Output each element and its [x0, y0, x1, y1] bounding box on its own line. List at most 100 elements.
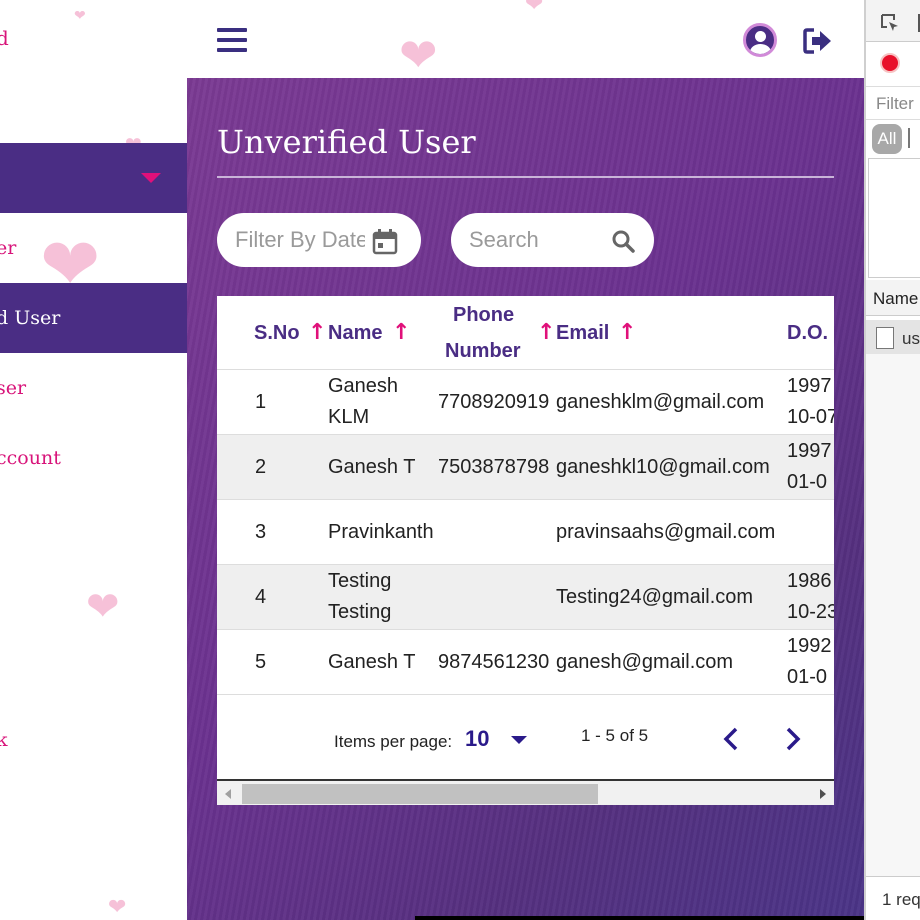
logout-icon[interactable]: [803, 27, 833, 55]
scrollbar-thumb[interactable]: [242, 784, 598, 804]
cell-email: pravinsaahs@gmail.com: [556, 521, 776, 543]
devtools-name-column-header[interactable]: Name: [873, 289, 918, 309]
cell-sno: 2: [255, 456, 267, 478]
cell-dob: 1992: [787, 635, 832, 657]
cell-dob: 1986: [787, 570, 832, 592]
cell-email: ganeshkl10@gmail.com: [556, 456, 770, 478]
sort-arrow-icon[interactable]: ↑: [392, 320, 410, 345]
devtools-network-panel: Filter All Name us 1 req: [864, 0, 920, 920]
cell-name-line2: KLM: [328, 406, 370, 428]
devtools-filter-input[interactable]: Filter: [876, 94, 914, 114]
cell-name: Ganesh T: [328, 456, 416, 478]
cell-name: Ganesh: [328, 375, 399, 397]
devtools-all-filter-button[interactable]: All: [872, 124, 902, 154]
bottom-edge-bar: [415, 916, 920, 920]
title-divider: [217, 176, 834, 178]
sidebar-item-link[interactable]: k: [0, 705, 187, 775]
chevron-down-icon[interactable]: [511, 736, 527, 744]
heart-decoration-icon: ❤: [399, 28, 438, 82]
table-row[interactable]: 4 Testing Testing Testing24@gmail.com 19…: [217, 565, 834, 630]
cell-dob-line2: 10-07: [787, 406, 834, 428]
items-per-page-select[interactable]: 10: [465, 726, 489, 752]
paginator: Items per page: 10 1 - 5 of 5: [217, 696, 834, 780]
table-row[interactable]: 3 Pravinkanth pravinsaahs@gmail.com: [217, 500, 834, 565]
cell-email: ganeshklm@gmail.com: [556, 391, 765, 413]
sidebar-item-user[interactable]: er: [0, 213, 187, 283]
top-bar: ❤ ❤: [187, 0, 864, 82]
devtools-request-count: 1 req: [882, 890, 920, 909]
sidebar-item-label: k: [0, 729, 8, 751]
cell-email: Testing24@gmail.com: [556, 586, 754, 608]
column-header-name[interactable]: Name: [328, 322, 382, 345]
column-header-dob[interactable]: D.O.: [787, 322, 828, 345]
cell-sno: 5: [255, 651, 267, 673]
calendar-icon[interactable]: [371, 228, 399, 256]
cell-name-line2: Testing: [328, 601, 392, 623]
page-range-label: 1 - 5 of 5: [581, 726, 649, 745]
user-circle-icon[interactable]: [743, 23, 777, 57]
heart-decoration-icon: ❤: [108, 895, 127, 920]
devtools-toolbar: [866, 0, 920, 42]
cell-dob-line2: 01-0: [787, 471, 828, 493]
cell-name: Pravinkanth: [328, 521, 434, 543]
filter-by-date-field[interactable]: [217, 213, 421, 267]
heart-decoration-icon: ❤: [86, 584, 120, 630]
sidebar-section-header[interactable]: [0, 143, 187, 213]
cell-phone: 7708920919: [438, 391, 550, 413]
horizontal-scrollbar[interactable]: [217, 779, 834, 805]
inspect-element-icon[interactable]: [880, 13, 900, 33]
table-row[interactable]: 2 Ganesh T 7503878798 ganeshkl10@gmail.c…: [217, 435, 834, 500]
sidebar-item-label: d User: [0, 307, 61, 329]
scroll-left-icon[interactable]: [225, 789, 231, 799]
cell-dob-line2: 10-23: [787, 601, 834, 623]
devtools-overview-panel: [868, 158, 920, 278]
sidebar-item-account[interactable]: ccount: [0, 423, 187, 493]
cell-sno: 1: [255, 391, 267, 413]
user-table-card: S.No ↑ Name ↑ Phone Number ↑ Email ↑ D.O…: [217, 296, 834, 805]
caret-down-icon: [141, 173, 161, 183]
search-input[interactable]: [469, 227, 599, 253]
sidebar-item-unverified-user[interactable]: d User: [0, 283, 187, 353]
table-header: S.No ↑ Name ↑ Phone Number ↑ Email ↑ D.O…: [217, 296, 834, 370]
scroll-right-icon[interactable]: [820, 789, 826, 799]
cell-name: Ganesh T: [328, 651, 416, 673]
next-page-button[interactable]: [780, 726, 804, 752]
column-header-sno[interactable]: S.No: [254, 322, 300, 345]
hamburger-menu-icon[interactable]: [217, 28, 247, 54]
sidebar-item-label: ser: [0, 377, 27, 399]
filter-by-date-input[interactable]: [235, 227, 365, 253]
sidebar-item-label: ccount: [0, 447, 61, 469]
sidebar-top-link[interactable]: d: [0, 26, 9, 50]
sort-arrow-icon[interactable]: ↑: [537, 320, 555, 345]
record-icon[interactable]: [880, 53, 900, 73]
previous-page-button[interactable]: [720, 726, 744, 752]
sidebar: ❤ ❤ ❤ ❤ ❤ d er d User ser ccount k: [0, 0, 187, 920]
items-per-page-label: Items per page:: [334, 732, 453, 751]
sidebar-item-label: er: [0, 237, 17, 259]
cell-dob: 1997: [787, 375, 832, 397]
checkbox[interactable]: [876, 327, 894, 349]
search-icon[interactable]: [611, 229, 635, 253]
search-field[interactable]: [451, 213, 654, 267]
sort-arrow-icon[interactable]: ↑: [308, 320, 326, 345]
cell-email: ganesh@gmail.com: [556, 651, 734, 673]
devtools-request-name[interactable]: us: [902, 329, 920, 349]
sidebar-item-user-3[interactable]: ser: [0, 353, 187, 423]
main-content: Unverified User S.No ↑ Name ↑ Phone Numb…: [187, 78, 864, 920]
cell-name: Testing: [328, 570, 392, 592]
cell-sno: 4: [255, 586, 267, 608]
cell-dob-line2: 01-0: [787, 666, 828, 688]
cell-sno: 3: [255, 521, 267, 543]
cell-phone: 9874561230: [438, 651, 550, 673]
table-row[interactable]: 1 Ganesh KLM 7708920919 ganeshklm@gmail.…: [217, 370, 834, 435]
column-header-phone-line1[interactable]: Phone: [453, 304, 514, 327]
heart-decoration-icon: ❤: [525, 0, 544, 17]
page-title: Unverified User: [217, 123, 476, 161]
column-header-phone-line2[interactable]: Number: [445, 340, 521, 363]
cell-dob: 1997: [787, 440, 832, 462]
column-header-email[interactable]: Email: [556, 322, 609, 345]
cell-phone: 7503878798: [438, 456, 550, 478]
heart-decoration-icon: ❤: [74, 8, 86, 24]
sort-arrow-icon[interactable]: ↑: [618, 320, 636, 345]
table-row[interactable]: 5 Ganesh T 9874561230 ganesh@gmail.com 1…: [217, 630, 834, 695]
